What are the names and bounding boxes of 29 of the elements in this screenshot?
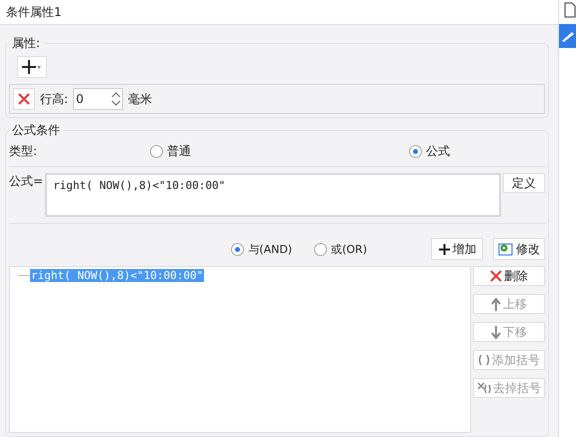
type-radio[interactable]: 普通 [150, 143, 403, 160]
define-button[interactable]: 定义 [503, 173, 545, 193]
group-title: 属性: [12, 36, 40, 50]
delete-icon [490, 270, 502, 282]
delete-button[interactable] [13, 88, 35, 110]
logic-radio[interactable]: 或(OR) [314, 242, 367, 256]
add-button[interactable]: 增加 [431, 238, 483, 260]
window-title: 条件属性1 [0, 0, 558, 25]
formula-field[interactable]: right( NOW(),8)<"10:00:00" [45, 173, 501, 217]
group-title: 公式条件 [12, 123, 60, 137]
logic-radio[interactable]: 与(AND) [231, 242, 292, 256]
plus-icon [438, 242, 450, 256]
remove-parentheses-icon [477, 382, 491, 394]
document-icon[interactable] [564, 2, 576, 18]
arrow-down-icon [491, 326, 501, 338]
row-height-label: 行高: [40, 90, 68, 108]
type-radio[interactable]: 公式 [409, 143, 450, 160]
type-label: 类型: [9, 143, 38, 160]
add-dropdown-button[interactable] [17, 56, 47, 78]
row-height-spinner[interactable]: 0 [73, 88, 124, 110]
parentheses-icon [478, 354, 490, 366]
delete-icon [18, 93, 30, 105]
gear-icon [498, 242, 514, 256]
delete-button[interactable]: 删除 [473, 266, 545, 286]
formula-label: 公式= [9, 173, 44, 190]
arrow-up-icon [491, 298, 501, 310]
unit-label: 毫米 [128, 90, 152, 108]
edit-button[interactable]: 修改 [493, 238, 545, 260]
pen-tab-icon[interactable] [559, 24, 576, 48]
